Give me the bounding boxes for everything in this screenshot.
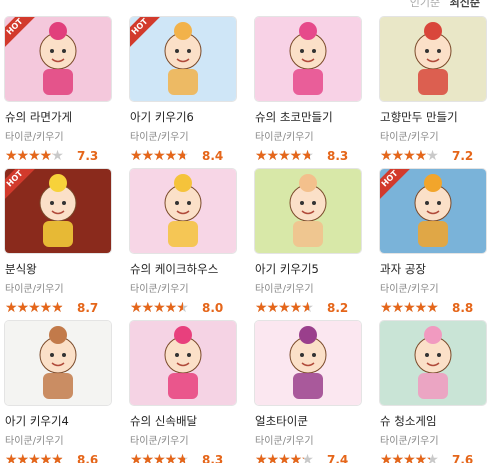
game-thumbnail[interactable] (255, 169, 361, 253)
game-card[interactable]: 슈의 신속배달타이쿤/키우기 ★★★★★ ★★★★★ 8.3 (130, 321, 236, 463)
game-category: 타이쿤/키우기 (5, 436, 64, 447)
star-rating-icon: ★★★★★★★★★★ (380, 452, 439, 463)
sort-option-newest[interactable]: 최신순 (450, 0, 480, 9)
game-title[interactable]: 아기 키우기4 (5, 413, 111, 429)
game-rating: ★★★★★★★★★★ 7.2 (380, 149, 486, 163)
game-category: 타이쿤/키우기 (255, 132, 314, 143)
game-card[interactable]: HOT 과자 공장타이쿤/키우기 ★★★★★ ★★★★★ 8.8 (380, 169, 486, 321)
game-category: 타이쿤/키우기 (5, 132, 64, 143)
game-category: 타이쿤/키우기 (130, 132, 189, 143)
game-card[interactable]: 슈의 케이크하우스타이쿤/키우기 ★★★★★ ★★★★★ 8.0 (130, 169, 236, 321)
game-title[interactable]: 슈의 케이크하우스 (130, 261, 236, 277)
game-score: 7.2 (452, 149, 474, 163)
game-title[interactable]: 고향만두 만들기 (380, 109, 486, 125)
star-rating-icon: ★★★★★★★★★★ (5, 148, 64, 164)
game-thumbnail[interactable] (5, 321, 111, 405)
game-title[interactable]: 분식왕 (5, 261, 111, 277)
game-category: 타이쿤/키우기 (380, 132, 439, 143)
sort-bar: 인기순 최신순 (410, 0, 480, 10)
game-illustration-icon (255, 169, 361, 253)
game-card[interactable]: 아기 키우기4 타이쿤/키우기 ★★★★★ ★★★★★ 8.6 (5, 321, 111, 463)
game-rating: ★★★★★ ★★★★★ 8.0 (130, 301, 236, 315)
game-title[interactable]: 아기 키우기5 (255, 261, 361, 277)
game-rating: ★★★★★ ★★★★★ 8.7 (5, 301, 111, 315)
game-card[interactable]: 슈 청소게임타이쿤/키우기 ★★★★★★★★★★ 7.6 (380, 321, 486, 463)
game-category: 타이쿤/키우기 (130, 436, 189, 447)
game-thumbnail[interactable] (255, 17, 361, 101)
game-score: 8.3 (327, 149, 349, 163)
game-rating: ★★★★★ ★★★★★ 8.3 (255, 149, 361, 163)
game-category: 타이쿤/키우기 (130, 284, 189, 295)
game-rating: ★★★★★★★★★★ 7.6 (380, 453, 486, 463)
game-grid: HOT 슈의 라면가게타이쿤/키우기 ★★★★★★★★★★ 7.3 HOT 아기 키우기6… (5, 17, 486, 463)
game-illustration-icon (255, 321, 361, 405)
game-score: 8.2 (327, 301, 349, 315)
game-title[interactable]: 과자 공장 (380, 261, 486, 277)
game-rating: ★★★★★ ★★★★★ 8.3 (130, 453, 236, 463)
game-card[interactable]: 얼초타이쿤타이쿤/키우기 ★★★★★★★★★★ 7.4 (255, 321, 361, 463)
game-title[interactable]: 슈 청소게임 (380, 413, 486, 429)
star-rating-icon: ★★★★★★★★★★ (255, 148, 314, 164)
game-score: 8.8 (452, 301, 474, 315)
star-rating-icon: ★★★★★★★★★★ (130, 148, 189, 164)
star-rating-icon: ★★★★★★★★★★ (130, 452, 189, 463)
game-card[interactable]: HOT 슈의 라면가게타이쿤/키우기 ★★★★★★★★★★ 7.3 (5, 17, 111, 169)
game-rating: ★★★★★ ★★★★★ 8.4 (130, 149, 236, 163)
game-title[interactable]: 슈의 신속배달 (130, 413, 236, 429)
game-score: 8.7 (77, 301, 99, 315)
star-rating-icon: ★★★★★★★★★★ (130, 300, 189, 316)
game-illustration-icon (130, 321, 236, 405)
game-category: 타이쿤/키우기 (5, 284, 64, 295)
game-score: 7.4 (327, 453, 349, 463)
game-thumbnail[interactable] (255, 321, 361, 405)
game-score: 8.3 (202, 453, 224, 463)
game-illustration-icon (5, 321, 111, 405)
game-card[interactable]: 슈의 초코만들기타이쿤/키우기 ★★★★★ ★★★★★ 8.3 (255, 17, 361, 169)
sort-option-popular[interactable]: 인기순 (410, 0, 440, 9)
game-score: 7.6 (452, 453, 474, 463)
star-rating-icon: ★★★★★★★★★★ (255, 452, 314, 463)
game-title[interactable]: 슈의 초코만들기 (255, 109, 361, 125)
game-thumbnail[interactable]: HOT (5, 17, 111, 101)
star-rating-icon: ★★★★★★★★★★ (5, 300, 64, 316)
game-illustration-icon (130, 169, 236, 253)
game-category: 타이쿤/키우기 (255, 284, 314, 295)
game-score: 8.6 (77, 453, 99, 463)
game-category: 타이쿤/키우기 (380, 436, 439, 447)
game-rating: ★★★★★ ★★★★★ 8.2 (255, 301, 361, 315)
star-rating-icon: ★★★★★★★★★★ (380, 300, 439, 316)
game-rating: ★★★★★★★★★★ 7.3 (5, 149, 111, 163)
game-illustration-icon (380, 321, 486, 405)
game-thumbnail[interactable] (130, 321, 236, 405)
game-thumbnail[interactable] (130, 169, 236, 253)
game-title[interactable]: 슈의 라면가게 (5, 109, 111, 125)
star-rating-icon: ★★★★★★★★★★ (380, 148, 439, 164)
game-rating: ★★★★★★★★★★ 7.4 (255, 453, 361, 463)
game-score: 8.4 (202, 149, 224, 163)
game-illustration-icon (255, 17, 361, 101)
game-thumbnail[interactable]: HOT (130, 17, 236, 101)
game-illustration-icon (380, 17, 486, 101)
game-thumbnail[interactable]: HOT (5, 169, 111, 253)
game-category: 타이쿤/키우기 (255, 436, 314, 447)
game-thumbnail[interactable] (380, 321, 486, 405)
star-rating-icon: ★★★★★★★★★★ (5, 452, 64, 463)
game-card[interactable]: HOT 아기 키우기6 타이쿤/키우기 ★★★★★ ★★★★★ 8.4 (130, 17, 236, 169)
game-category: 타이쿤/키우기 (380, 284, 439, 295)
game-title[interactable]: 아기 키우기6 (130, 109, 236, 125)
game-title[interactable]: 얼초타이쿤 (255, 413, 361, 429)
game-thumbnail[interactable]: HOT (380, 169, 486, 253)
game-rating: ★★★★★ ★★★★★ 8.6 (5, 453, 111, 463)
game-card[interactable]: HOT 분식왕타이쿤/키우기 ★★★★★ ★★★★★ 8.7 (5, 169, 111, 321)
game-card[interactable]: 고향만두 만들기타이쿤/키우기 ★★★★★★★★★★ 7.2 (380, 17, 486, 169)
game-score: 8.0 (202, 301, 224, 315)
game-score: 7.3 (77, 149, 99, 163)
game-thumbnail[interactable] (380, 17, 486, 101)
game-rating: ★★★★★ ★★★★★ 8.8 (380, 301, 486, 315)
star-rating-icon: ★★★★★★★★★★ (255, 300, 314, 316)
game-card[interactable]: 아기 키우기5 타이쿤/키우기 ★★★★★ ★★★★★ 8.2 (255, 169, 361, 321)
